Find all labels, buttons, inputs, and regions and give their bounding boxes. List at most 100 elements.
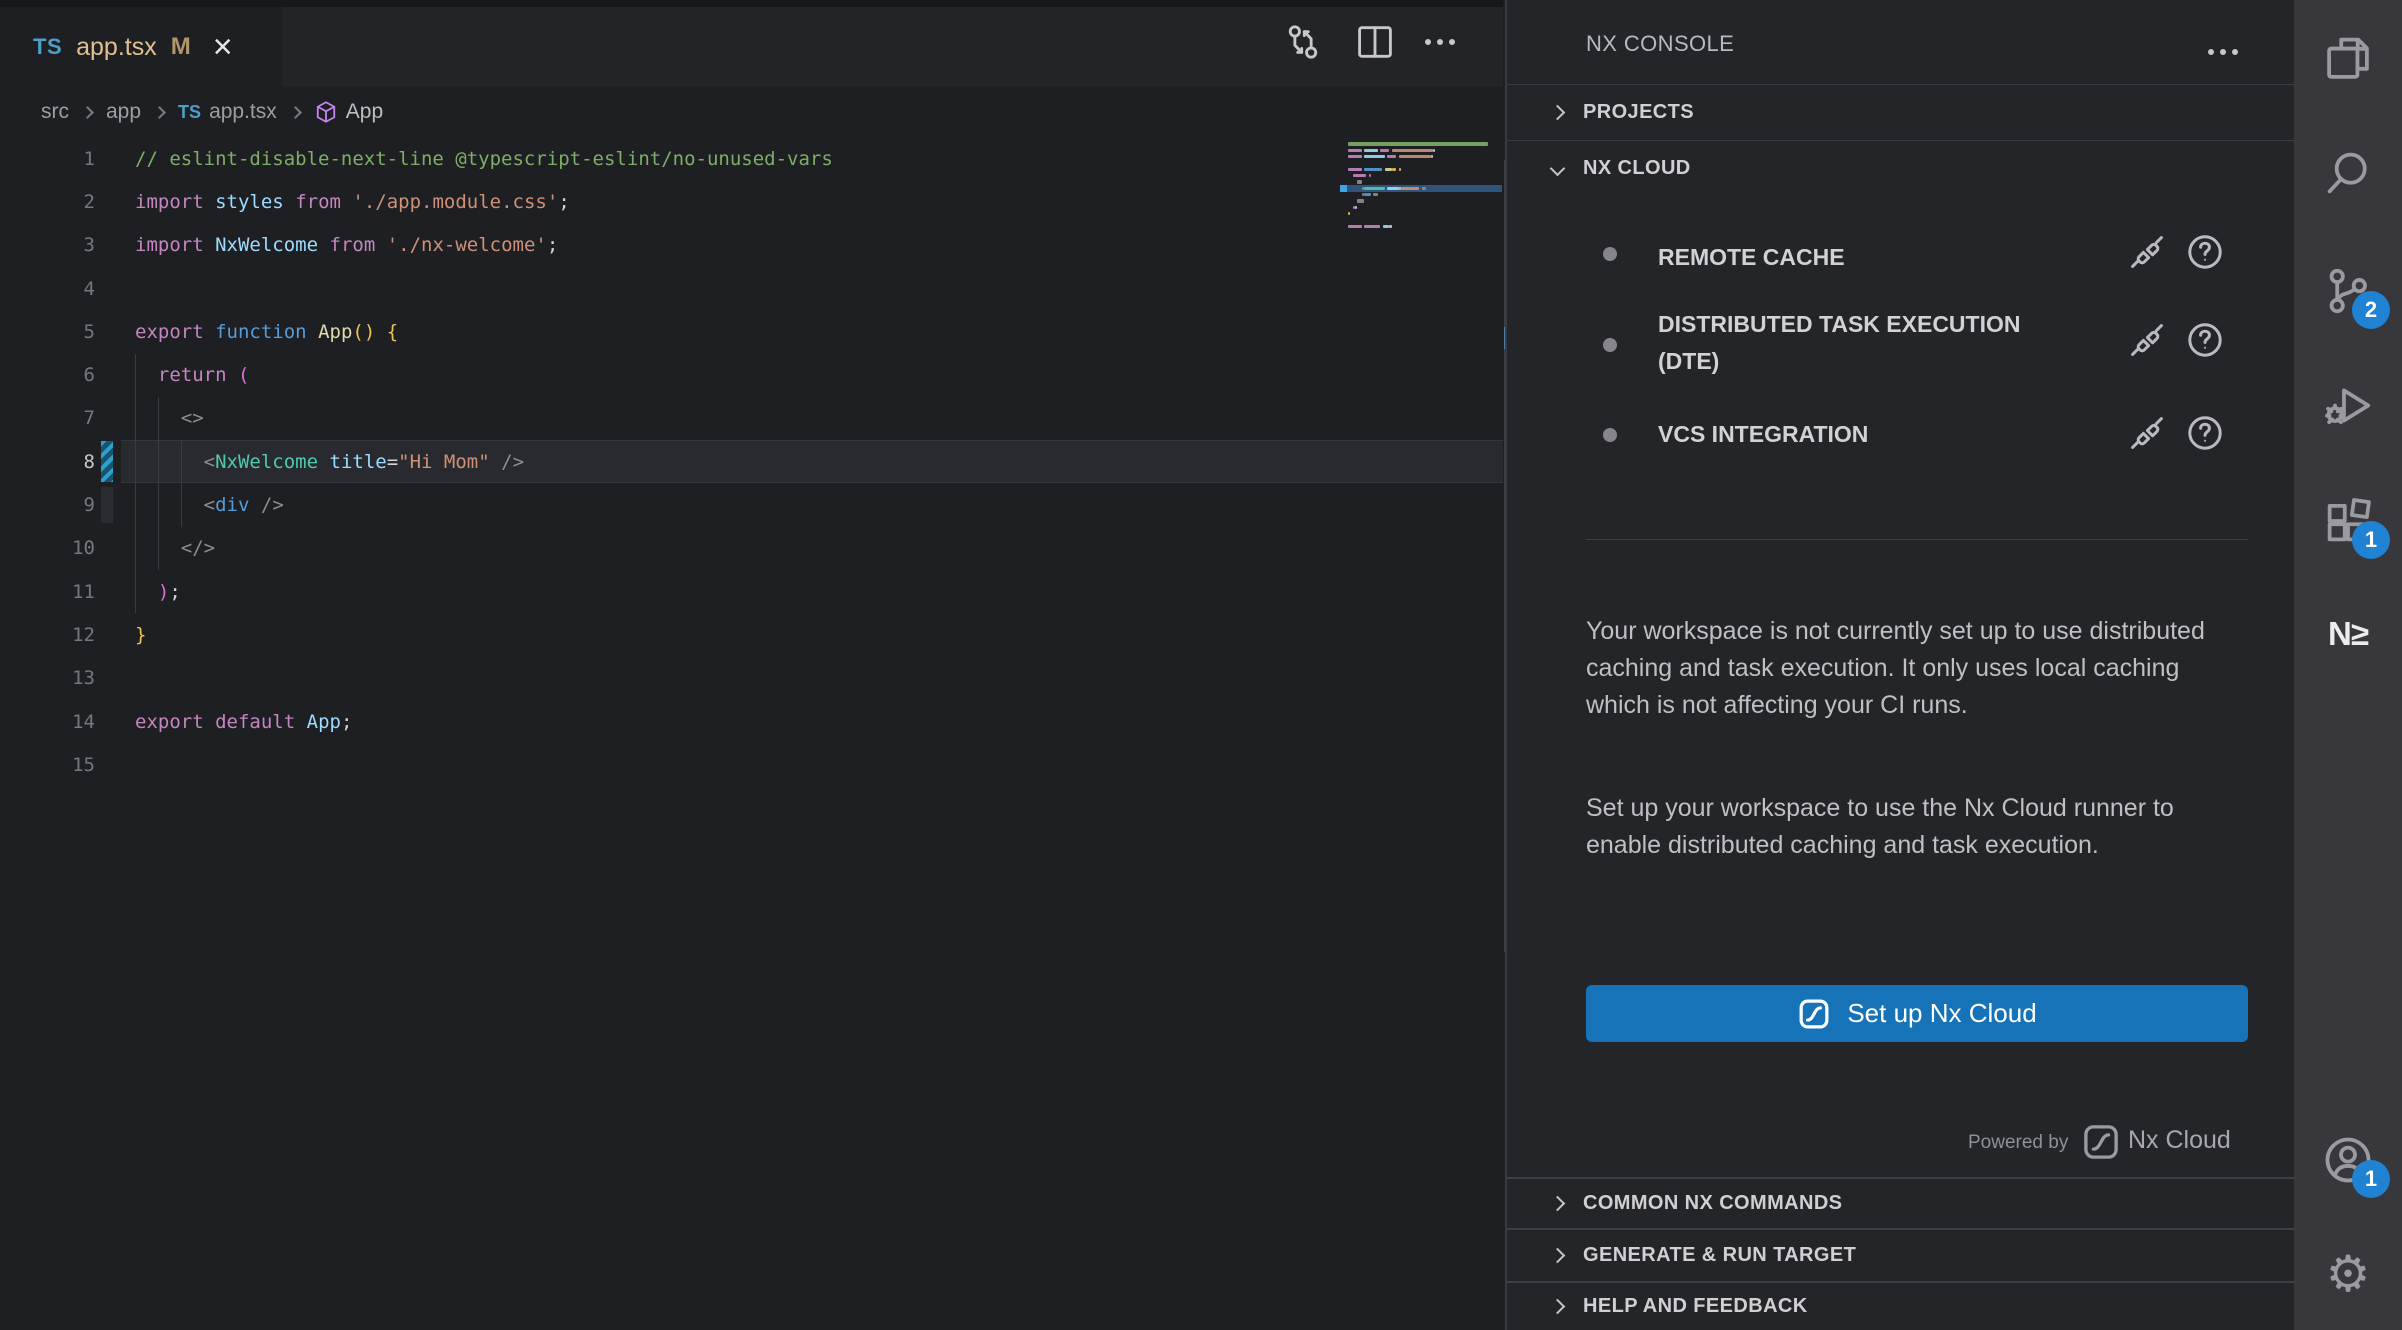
- gutter: [95, 570, 135, 613]
- line-number: 7: [0, 407, 95, 429]
- accounts-badge: 1: [2352, 1160, 2390, 1198]
- status-dot-icon: [1603, 338, 1617, 352]
- connect-plug-icon[interactable]: [2127, 232, 2167, 277]
- section-label: HELP AND FEEDBACK: [1583, 1295, 1808, 1318]
- nx-cloud-brand-label[interactable]: Nx Cloud: [2128, 1126, 2231, 1155]
- section-label: GENERATE & RUN TARGET: [1583, 1244, 1856, 1267]
- minimap-line-bar: [1385, 168, 1392, 171]
- run-debug-icon[interactable]: [2294, 368, 2402, 444]
- extensions-icon[interactable]: 1: [2294, 483, 2402, 559]
- section-label: NX CLOUD: [1583, 157, 1691, 180]
- code-line-7[interactable]: 7 <>: [0, 397, 1503, 440]
- section-help-and-feedback[interactable]: HELP AND FEEDBACK: [1507, 1281, 2294, 1330]
- minimap-line-bar: [1392, 149, 1433, 152]
- connect-plug-icon[interactable]: [2127, 320, 2167, 365]
- line-number: 4: [0, 278, 95, 300]
- help-question-icon[interactable]: [2185, 413, 2225, 458]
- code-line-2[interactable]: 2import styles from './app.module.css';: [0, 180, 1503, 223]
- nx-cloud-item-label: DISTRIBUTED TASK EXECUTION (DTE): [1658, 306, 2088, 380]
- minimap-line-bar: [1387, 155, 1396, 158]
- gutter: [95, 657, 135, 700]
- nx-cloud-icon: [1797, 997, 1831, 1031]
- code-line-12[interactable]: 12}: [0, 613, 1503, 656]
- close-icon[interactable]: ×: [213, 30, 233, 64]
- code-line-14[interactable]: 14 export default App;: [0, 700, 1503, 743]
- settings-gear-icon[interactable]: ⚙: [2294, 1236, 2402, 1312]
- source-control-badge: 2: [2352, 291, 2390, 329]
- code-text: return (: [135, 364, 249, 386]
- line-number: 14: [0, 711, 95, 733]
- status-dot-icon: [1603, 428, 1617, 442]
- minimap-line-bar: [1380, 149, 1389, 152]
- breadcrumb-symbol[interactable]: App: [346, 100, 383, 124]
- breadcrumb-src[interactable]: src: [41, 100, 69, 124]
- search-icon[interactable]: [2294, 135, 2402, 211]
- divider: [1586, 539, 2248, 540]
- split-editor-icon[interactable]: [1353, 20, 1397, 64]
- source-control-icon[interactable]: 2: [2294, 253, 2402, 329]
- minimap-line-bar: [1348, 149, 1362, 152]
- breadcrumb-file[interactable]: app.tsx: [209, 100, 277, 124]
- code-line-11[interactable]: 11 );: [0, 570, 1503, 613]
- help-question-icon[interactable]: [2185, 232, 2225, 277]
- minimap-line-bar: [1383, 225, 1390, 228]
- code-line-6[interactable]: 6 return (: [0, 353, 1503, 396]
- code-line-5[interactable]: 5export function App() {: [0, 310, 1503, 353]
- line-number: 3: [0, 234, 95, 256]
- open-changes-icon[interactable]: [1281, 20, 1325, 64]
- code-line-3[interactable]: 3import NxWelcome from './nx-welcome';: [0, 224, 1503, 267]
- minimap-line-bar: [1431, 155, 1433, 158]
- gutter: [95, 440, 135, 483]
- breadcrumb-app[interactable]: app: [106, 100, 141, 124]
- chevron-right-icon: [1550, 1248, 1566, 1264]
- accounts-icon[interactable]: 1: [2294, 1122, 2402, 1198]
- code-line-13[interactable]: 13: [0, 657, 1503, 700]
- gutter: [95, 137, 135, 180]
- gutter: [95, 310, 135, 353]
- nx-cloud-item[interactable]: REMOTE CACHE: [1507, 236, 2294, 280]
- minimap[interactable]: [1340, 141, 1502, 251]
- code-line-9[interactable]: 9 <div />: [0, 483, 1503, 526]
- code-line-8[interactable]: 8 <NxWelcome title="Hi Mom" />: [0, 440, 1503, 483]
- git-modified-badge: M: [171, 33, 191, 61]
- tab-app-tsx[interactable]: TS app.tsx M ×: [0, 7, 282, 87]
- more-actions-icon[interactable]: [2208, 30, 2238, 74]
- gutter: [95, 743, 135, 786]
- code-line-4[interactable]: 4: [0, 267, 1503, 310]
- modified-line-marker-faint: [101, 487, 113, 523]
- modified-line-marker: [101, 441, 113, 482]
- nx-console-activity-icon[interactable]: N≥: [2294, 596, 2402, 672]
- setup-nx-cloud-button[interactable]: Set up Nx Cloud: [1586, 985, 2248, 1042]
- code-line-15[interactable]: 15: [0, 743, 1503, 786]
- tab-bar: TS app.tsx M ×: [0, 0, 1503, 87]
- code-line-10[interactable]: 10 </>: [0, 527, 1503, 570]
- editor-group: TS app.tsx M ×: [0, 0, 1503, 1330]
- help-question-icon[interactable]: [2185, 320, 2225, 365]
- nx-cloud-item[interactable]: VCS INTEGRATION: [1507, 413, 2294, 457]
- code-line-1[interactable]: 1// eslint-disable-next-line @typescript…: [0, 137, 1503, 180]
- minimap-line-bar: [1364, 168, 1382, 171]
- minimap-modified-marker: [1340, 185, 1347, 191]
- more-actions-icon[interactable]: [1425, 20, 1455, 64]
- code-editor[interactable]: 1// eslint-disable-next-line @typescript…: [0, 137, 1503, 786]
- code-text: export default App;: [135, 711, 352, 733]
- section-nx-cloud[interactable]: NX CLOUD: [1507, 140, 2294, 196]
- section-common-nx-commands[interactable]: COMMON NX COMMANDS: [1507, 1177, 2294, 1228]
- powered-by-row: Powered by Nx Cloud: [1507, 1118, 2294, 1170]
- editor-actions: [1281, 20, 1455, 64]
- chevron-right-icon: [153, 106, 166, 119]
- minimap-line-bar: [1364, 155, 1385, 158]
- section-projects[interactable]: PROJECTS: [1507, 84, 2294, 140]
- minimap-line-bar: [1387, 187, 1399, 190]
- minimap-line-bar: [1401, 187, 1419, 190]
- explorer-icon[interactable]: [2294, 20, 2402, 96]
- section-generate-run-target[interactable]: GENERATE & RUN TARGET: [1507, 1228, 2294, 1281]
- chevron-down-icon: [1550, 161, 1566, 177]
- workspace-status-text: Your workspace is not currently set up t…: [1586, 613, 2246, 724]
- line-number: 1: [0, 148, 95, 170]
- minimap-line-bar: [1422, 187, 1427, 190]
- nx-cloud-item[interactable]: DISTRIBUTED TASK EXECUTION (DTE): [1507, 304, 2294, 388]
- connect-plug-icon[interactable]: [2127, 413, 2167, 458]
- setup-button-label: Set up Nx Cloud: [1847, 998, 2036, 1029]
- code-text: export function App() {: [135, 321, 398, 343]
